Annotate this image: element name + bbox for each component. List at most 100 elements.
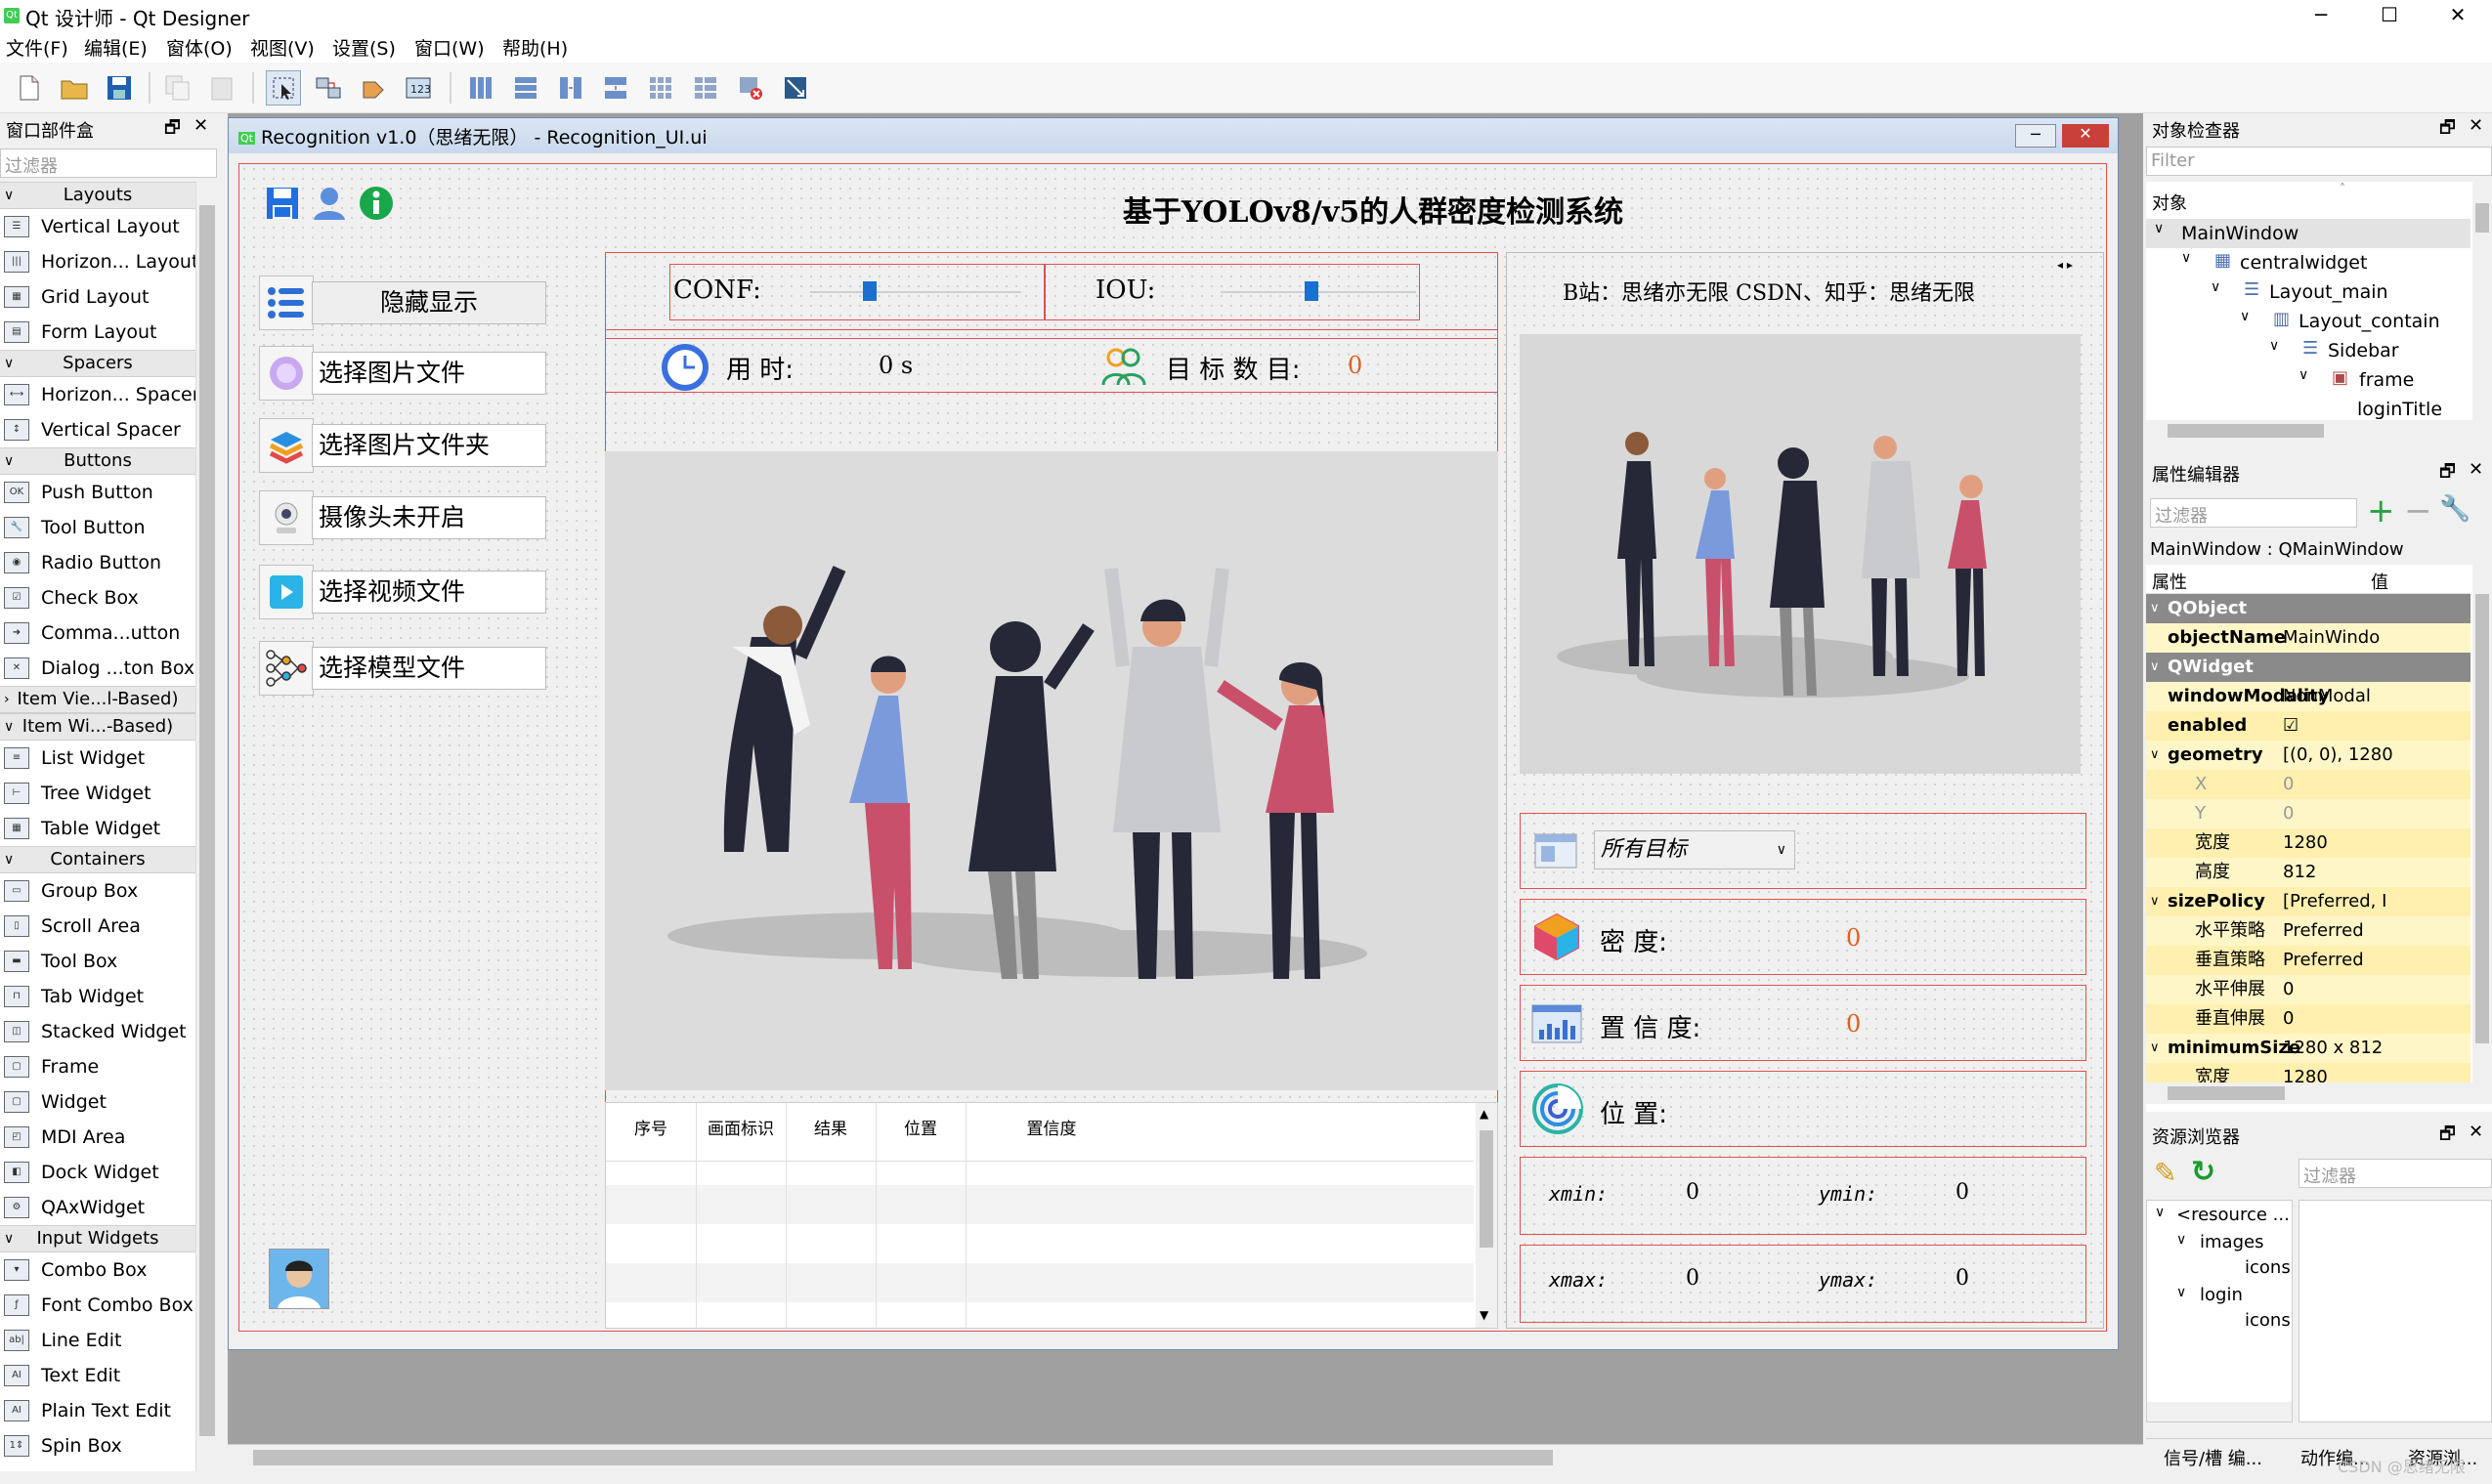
hide-display-button[interactable]: 隐藏显示 (312, 281, 546, 324)
layout-grid-icon[interactable] (643, 70, 678, 106)
form-close-button[interactable]: ✕ (2062, 124, 2109, 148)
widget-command-link-button[interactable]: ➜ Comma...utton (0, 615, 195, 651)
col-confidence-header[interactable]: 置信度 (966, 1115, 1138, 1139)
tree-v-scrollbar[interactable] (2472, 182, 2492, 420)
property-h-scrollbar[interactable] (2146, 1082, 2492, 1104)
property-value[interactable]: 0 (2283, 799, 2294, 828)
resource-login-icons[interactable]: icons (2245, 1310, 2291, 1331)
select-video-button[interactable]: 选择视频文件 (312, 571, 546, 614)
iou-slider-track[interactable] (1221, 291, 1416, 293)
break-layout-icon[interactable] (733, 70, 768, 106)
minimize-button[interactable]: ─ (2287, 0, 2355, 31)
layout-horizontal-icon[interactable] (463, 70, 498, 106)
close-icon[interactable]: ✕ (2469, 1122, 2483, 1142)
mdi-horizontal-scrollbar[interactable] (228, 1444, 2143, 1469)
property-row[interactable]: 高度 812 (2146, 858, 2471, 887)
widget-qaxwidget[interactable]: ⚙ QAxWidget (0, 1190, 195, 1225)
resource-login[interactable]: login (2200, 1285, 2243, 1305)
widget-list-scrollbar[interactable] (195, 182, 217, 1471)
property-row[interactable]: 宽度 1280 (2146, 828, 2471, 858)
open-folder-icon[interactable] (57, 70, 92, 106)
widget-filter-input[interactable]: 过滤器 (0, 148, 217, 178)
camera-icon[interactable] (259, 490, 314, 545)
col-frame-header[interactable]: 画面标识 (696, 1115, 786, 1139)
category-item-views[interactable]: › Item Vie...l-Based) (0, 686, 195, 713)
tree-h-scrollbar[interactable] (2146, 420, 2492, 442)
scroll-down-icon[interactable]: ▼ (1480, 1308, 1488, 1322)
close-icon[interactable]: ✕ (193, 115, 208, 136)
category-buttons[interactable]: ∨ Buttons (0, 447, 195, 475)
widget-grid-layout[interactable]: ▦ Grid Layout (0, 279, 195, 315)
property-value[interactable]: Preferred (2283, 946, 2364, 975)
resource-images-icons[interactable]: icons (2245, 1257, 2291, 1278)
avatar[interactable] (269, 1249, 329, 1309)
close-icon[interactable]: ✕ (2469, 115, 2483, 136)
table-row[interactable] (606, 1263, 1474, 1302)
col-index-header[interactable]: 序号 (606, 1115, 696, 1139)
property-row[interactable]: X0 (2146, 770, 2471, 799)
property-value[interactable]: [Preferred, I (2283, 887, 2386, 916)
info-icon[interactable] (353, 180, 400, 227)
chevron-down-icon[interactable]: ∨ (2150, 1034, 2160, 1063)
reload-icon[interactable]: ↻ (2191, 1155, 2215, 1189)
save-icon[interactable] (102, 70, 137, 106)
widget-horizontal-spacer[interactable]: ⟷ Horizon... Spacer (0, 377, 195, 412)
category-layouts[interactable]: ∨ Layouts (0, 182, 195, 209)
property-row[interactable]: 水平策略 Preferred (2146, 916, 2471, 946)
copy-icon[interactable] (160, 70, 195, 106)
widget-vertical-layout[interactable]: ☰ Vertical Layout (0, 209, 195, 244)
widget-list-widget[interactable]: ≡ List Widget (0, 741, 195, 776)
chevron-down-icon[interactable]: ∨ (2150, 653, 2160, 682)
edit-signals-icon[interactable] (311, 70, 346, 106)
widget-group-box[interactable]: ▭ Group Box (0, 873, 195, 909)
camera-button[interactable]: 摄像头未开启 (312, 496, 546, 539)
layout-v-splitter-icon[interactable] (598, 70, 633, 106)
property-row[interactable]: 垂直策略 Preferred (2146, 946, 2471, 975)
image-file-icon[interactable] (259, 346, 314, 401)
widget-vertical-spacer[interactable]: ↕ Vertical Spacer (0, 412, 195, 447)
chevron-down-icon[interactable]: ∨ (2150, 741, 2160, 770)
save-icon[interactable] (259, 180, 306, 227)
col-property-header[interactable]: 属性 (2152, 569, 2187, 594)
widget-table-widget[interactable]: ▦ Table Widget (0, 811, 195, 846)
select-model-button[interactable]: 选择模型文件 (312, 647, 546, 690)
category-spacers[interactable]: ∨ Spacers (0, 350, 195, 377)
conf-slider-track[interactable] (810, 291, 1021, 293)
property-value[interactable]: MainWindo (2283, 623, 2380, 653)
menu-file[interactable]: 文件(F) (6, 34, 68, 61)
add-property-icon[interactable]: + (2367, 494, 2395, 528)
scrollbar-thumb[interactable] (2168, 424, 2324, 438)
layout-h-splitter-icon[interactable] (553, 70, 588, 106)
tree-node-frame[interactable]: frame (2359, 369, 2414, 391)
property-value[interactable]: [(0, 0), 1280 (2283, 741, 2393, 770)
widget-plain-text-edit[interactable]: AI Plain Text Edit (0, 1393, 195, 1428)
close-button[interactable]: ✕ (2424, 0, 2492, 31)
category-input-widgets[interactable]: ∨ Input Widgets (0, 1225, 195, 1252)
layout-vertical-icon[interactable] (508, 70, 543, 106)
edit-resources-icon[interactable]: ✎ (2154, 1157, 2176, 1189)
image-folder-icon[interactable] (259, 418, 314, 473)
property-value[interactable]: 812 (2283, 858, 2316, 887)
widget-tab-widget[interactable]: ⊓ Tab Widget (0, 979, 195, 1014)
chevron-down-icon[interactable]: ∨ (2150, 887, 2160, 916)
new-file-icon[interactable] (12, 70, 47, 106)
category-item-widgets[interactable]: ∨ Item Wi...-Based) (0, 713, 195, 741)
resource-filter-input[interactable]: 过滤器 (2299, 1159, 2492, 1188)
conf-slider-handle[interactable] (863, 281, 877, 301)
property-row[interactable]: objectName MainWindo (2146, 623, 2471, 653)
widget-tool-box[interactable]: ▬ Tool Box (0, 944, 195, 979)
widget-dialog-button-box[interactable]: ✕ Dialog ...ton Box (0, 651, 195, 686)
object-filter-input[interactable]: Filter (2146, 147, 2492, 176)
property-row[interactable]: minimumSize 1280 x 812 ∨ (2146, 1034, 2471, 1063)
widget-spin-box[interactable]: 1⇕ Spin Box (0, 1428, 195, 1463)
property-row[interactable]: QWidget ∨ (2146, 653, 2471, 682)
layout-form-icon[interactable] (688, 70, 723, 106)
paste-icon[interactable] (205, 70, 240, 106)
video-file-icon[interactable] (259, 565, 314, 619)
widget-check-box[interactable]: ☑ Check Box (0, 580, 195, 615)
property-row[interactable]: geometry [(0, 0), 1280 ∨ (2146, 741, 2471, 770)
property-row[interactable]: sizePolicy [Preferred, I ∨ (2146, 887, 2471, 916)
scrollbar-thumb[interactable] (2475, 594, 2489, 1043)
edit-widgets-icon[interactable] (266, 70, 301, 106)
resource-root[interactable]: <resource ... (2176, 1205, 2290, 1225)
